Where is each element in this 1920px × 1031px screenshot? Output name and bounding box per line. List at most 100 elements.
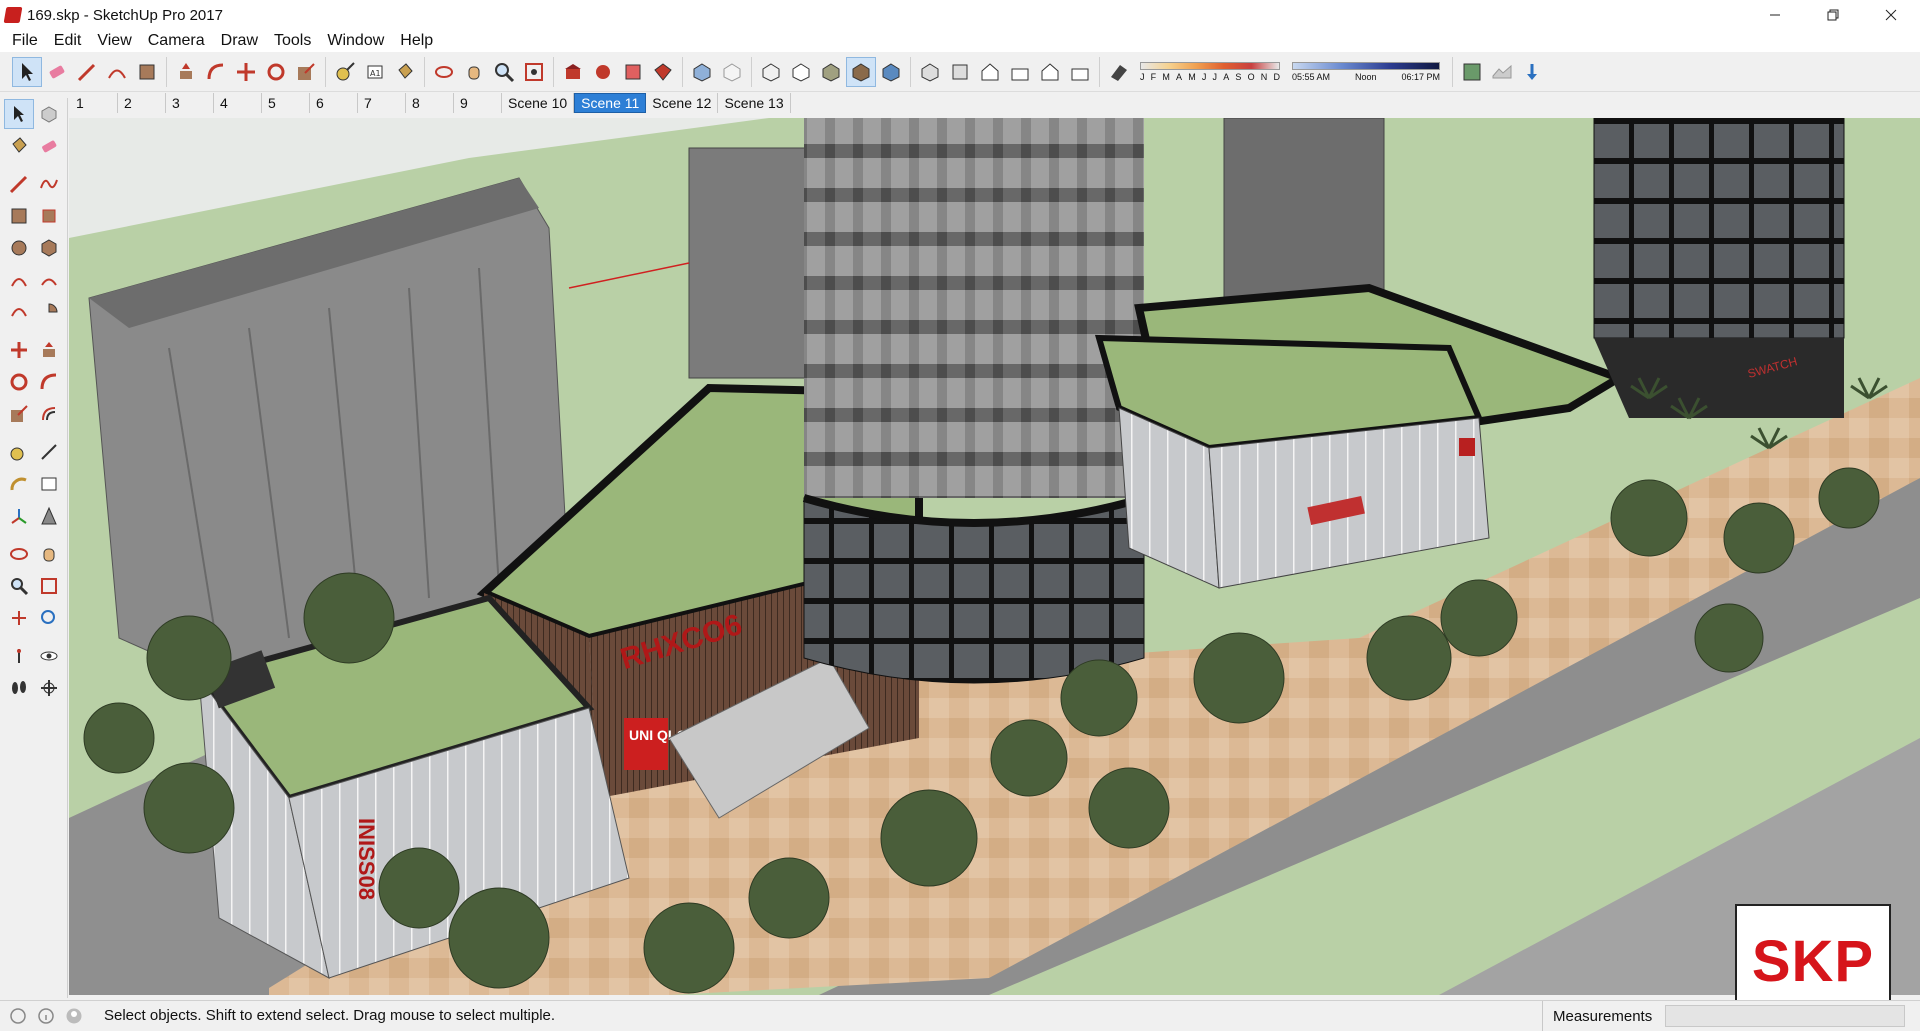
- share-component-button[interactable]: [588, 57, 618, 87]
- hidden-line-button[interactable]: [786, 57, 816, 87]
- eraser-tool[interactable]: [34, 131, 64, 161]
- tape-measure-button[interactable]: [330, 57, 360, 87]
- tab-scene-4[interactable]: 4: [214, 93, 262, 113]
- tape-measure-tool[interactable]: [4, 437, 34, 467]
- push-pull-tool-button[interactable]: [171, 57, 201, 87]
- menu-edit[interactable]: Edit: [46, 32, 90, 50]
- shaded-button[interactable]: [816, 57, 846, 87]
- paint-bucket-tool[interactable]: [4, 131, 34, 161]
- top-view-button[interactable]: [945, 57, 975, 87]
- offset-tool[interactable]: [34, 399, 64, 429]
- tab-scene-1[interactable]: 1: [70, 93, 118, 113]
- three-point-arc-tool[interactable]: [4, 297, 34, 327]
- credits-status[interactable]: [36, 1006, 56, 1026]
- zoom-button[interactable]: [489, 57, 519, 87]
- photo-textures-button[interactable]: [1517, 57, 1547, 87]
- wireframe-button[interactable]: [756, 57, 786, 87]
- select-tool[interactable]: [4, 99, 34, 129]
- extension-manager-button[interactable]: [648, 57, 678, 87]
- tab-scene-6[interactable]: 6: [310, 93, 358, 113]
- time-bar[interactable]: [1292, 61, 1440, 70]
- geo-location-status[interactable]: [8, 1006, 28, 1026]
- zoom-extents-button[interactable]: [519, 57, 549, 87]
- polygon-tool[interactable]: [34, 233, 64, 263]
- pan-button[interactable]: [459, 57, 489, 87]
- 3d-warehouse-button[interactable]: [558, 57, 588, 87]
- right-view-button[interactable]: [1005, 57, 1035, 87]
- tab-scene-10[interactable]: Scene 10: [502, 93, 575, 113]
- xray-style-button[interactable]: [687, 57, 717, 87]
- tab-scene-11[interactable]: Scene 11: [574, 93, 647, 113]
- pie-tool[interactable]: [34, 297, 64, 327]
- dimension-tool[interactable]: [34, 437, 64, 467]
- eraser-tool-button[interactable]: [42, 57, 72, 87]
- menu-file[interactable]: File: [4, 32, 46, 50]
- axes-tool[interactable]: [4, 501, 34, 531]
- follow-me-tool[interactable]: [34, 367, 64, 397]
- position-camera-tool[interactable]: [4, 641, 34, 671]
- tab-scene-3[interactable]: 3: [166, 93, 214, 113]
- zoom-extents-tool[interactable]: [4, 603, 34, 633]
- arc-tool[interactable]: [4, 265, 34, 295]
- tab-scene-13[interactable]: Scene 13: [718, 93, 791, 113]
- line-tool-button[interactable]: [72, 57, 102, 87]
- tab-scene-7[interactable]: 7: [358, 93, 406, 113]
- section-plane-tool[interactable]: [34, 673, 64, 703]
- select-tool-button[interactable]: [12, 56, 42, 87]
- rectangle-tool[interactable]: [4, 201, 34, 231]
- toggle-terrain-button[interactable]: [1487, 57, 1517, 87]
- shadow-month-slider[interactable]: J F M A M J J A S O N D: [1140, 61, 1280, 82]
- menu-draw[interactable]: Draw: [213, 32, 266, 50]
- left-view-button[interactable]: [1065, 57, 1095, 87]
- front-view-button[interactable]: [975, 57, 1005, 87]
- tab-scene-8[interactable]: 8: [406, 93, 454, 113]
- extension-warehouse-button[interactable]: [618, 57, 648, 87]
- text-tool-button[interactable]: A1: [360, 57, 390, 87]
- user-status[interactable]: [64, 1006, 84, 1026]
- text-tool[interactable]: [34, 469, 64, 499]
- tab-scene-2[interactable]: 2: [118, 93, 166, 113]
- menu-window[interactable]: Window: [319, 32, 392, 50]
- rotate-tool-button[interactable]: [261, 57, 291, 87]
- minimize-button[interactable]: [1746, 0, 1804, 30]
- add-location-button[interactable]: [1457, 57, 1487, 87]
- 3d-text-tool[interactable]: [34, 501, 64, 531]
- restore-button[interactable]: [1804, 0, 1862, 30]
- tab-scene-5[interactable]: 5: [262, 93, 310, 113]
- move-tool[interactable]: [4, 335, 34, 365]
- protractor-tool[interactable]: [4, 469, 34, 499]
- walk-tool[interactable]: [4, 673, 34, 703]
- iso-view-button[interactable]: [915, 57, 945, 87]
- modeling-viewport[interactable]: RHXCO6 INISS08 UNI QLO SWATCH: [69, 118, 1920, 995]
- scale-tool-button[interactable]: [291, 57, 321, 87]
- circle-tool[interactable]: [4, 233, 34, 263]
- shaded-textures-button[interactable]: [846, 56, 876, 87]
- look-around-tool[interactable]: [34, 641, 64, 671]
- make-component-tool[interactable]: [34, 99, 64, 129]
- menu-view[interactable]: View: [89, 32, 139, 50]
- rotated-rectangle-tool[interactable]: [34, 201, 64, 231]
- zoom-tool[interactable]: [4, 571, 34, 601]
- zoom-window-tool[interactable]: [34, 571, 64, 601]
- menu-camera[interactable]: Camera: [140, 32, 213, 50]
- freehand-tool[interactable]: [34, 169, 64, 199]
- back-edges-button[interactable]: [717, 57, 747, 87]
- tab-scene-9[interactable]: 9: [454, 93, 502, 113]
- monochrome-button[interactable]: [876, 57, 906, 87]
- measurements-input[interactable]: [1665, 1005, 1905, 1027]
- rotate-tool[interactable]: [4, 367, 34, 397]
- scale-tool[interactable]: [4, 399, 34, 429]
- pan-tool[interactable]: [34, 539, 64, 569]
- tab-scene-12[interactable]: Scene 12: [646, 93, 719, 113]
- close-button[interactable]: [1862, 0, 1920, 30]
- arc-tool-button[interactable]: [102, 57, 132, 87]
- shadows-toggle-button[interactable]: [1104, 57, 1134, 87]
- two-point-arc-tool[interactable]: [34, 265, 64, 295]
- menu-tools[interactable]: Tools: [266, 32, 319, 50]
- orbit-tool[interactable]: [4, 539, 34, 569]
- previous-view-tool[interactable]: [34, 603, 64, 633]
- back-view-button[interactable]: [1035, 57, 1065, 87]
- push-pull-tool[interactable]: [34, 335, 64, 365]
- shadow-time-slider[interactable]: 05:55 AM Noon 06:17 PM: [1292, 61, 1440, 82]
- line-tool[interactable]: [4, 169, 34, 199]
